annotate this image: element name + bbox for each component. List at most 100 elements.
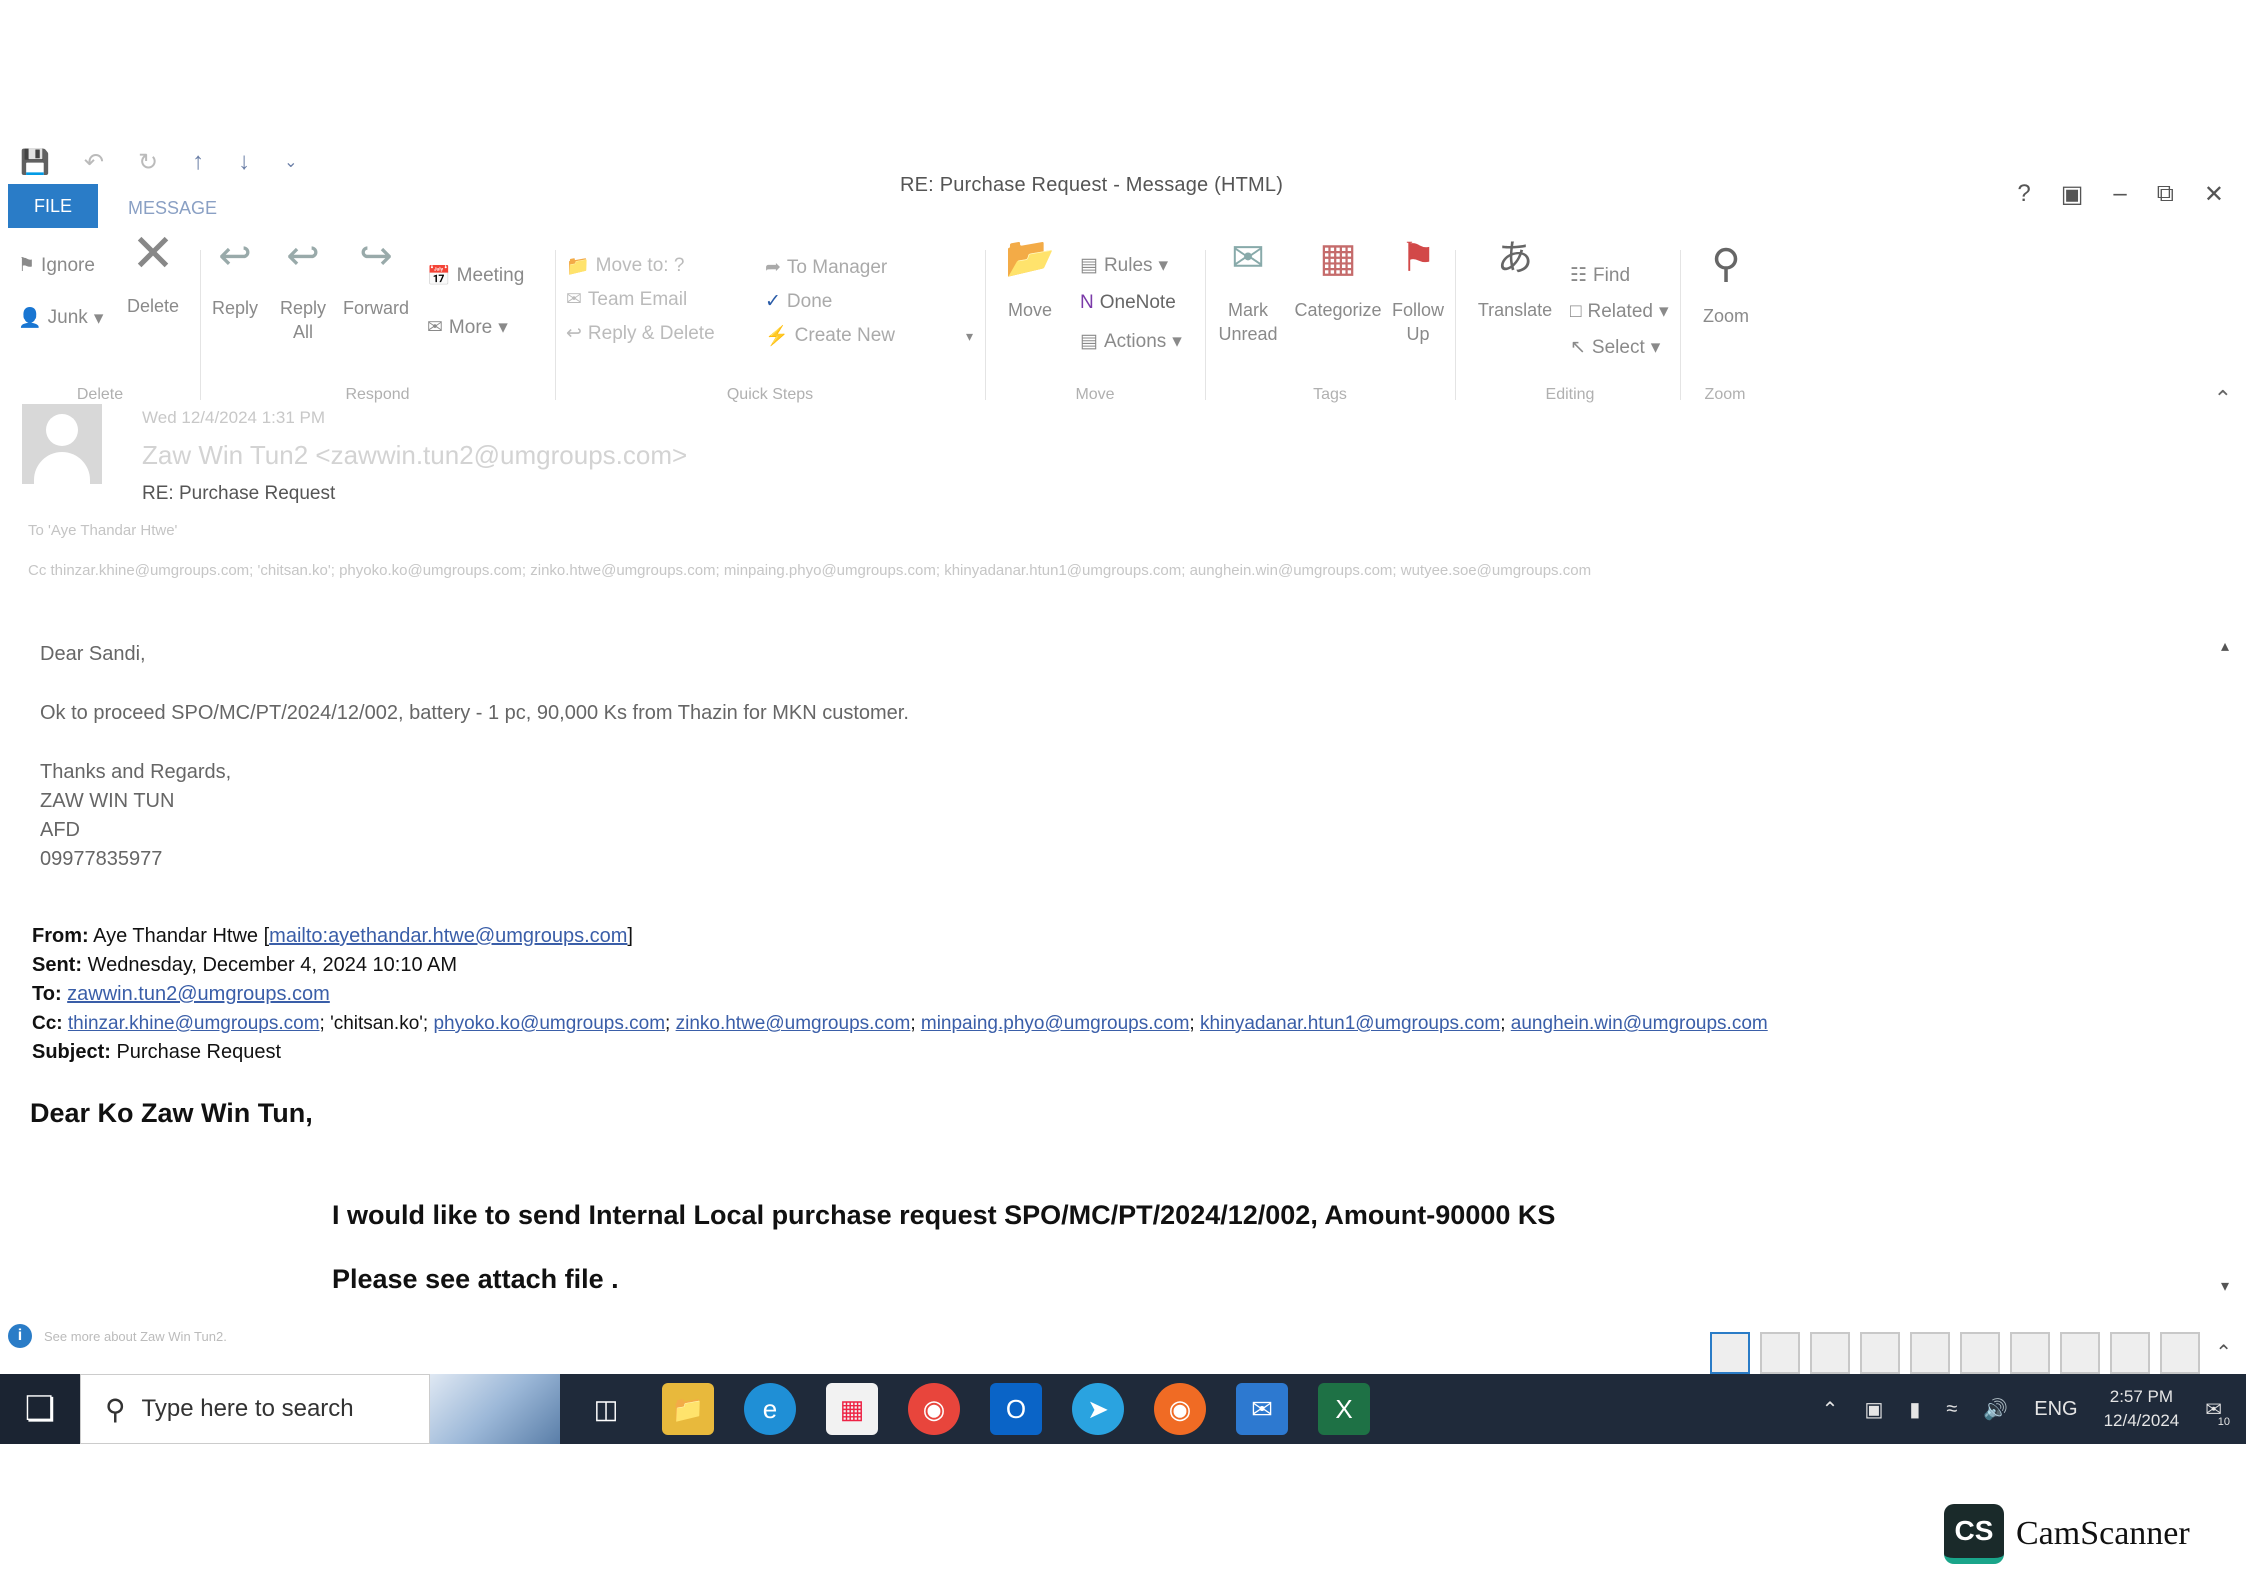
minimize-icon[interactable]: – bbox=[2113, 180, 2126, 209]
firefox-icon[interactable]: ◉ bbox=[1154, 1383, 1206, 1435]
volume-icon[interactable]: 🔊 bbox=[1983, 1397, 2008, 1422]
find-button[interactable]: ☷ Find bbox=[1570, 264, 1630, 287]
move-button[interactable]: 📂 Move bbox=[1000, 238, 1060, 322]
mail-app-icon[interactable]: ✉ bbox=[1236, 1383, 1288, 1435]
camscanner-watermark: CS CamScanner bbox=[1944, 1504, 2190, 1564]
contact-thumbnail[interactable] bbox=[1960, 1332, 2000, 1374]
redo-icon[interactable]: ↻ bbox=[138, 148, 158, 177]
up-arrow-icon[interactable]: ↑ bbox=[192, 148, 204, 176]
expand-people-pane-icon[interactable]: ⌃ bbox=[2215, 1340, 2232, 1365]
close-icon[interactable]: ✕ bbox=[2204, 180, 2224, 209]
reply-signature-dept: AFD bbox=[40, 819, 80, 841]
junk-icon: 👤 bbox=[18, 308, 42, 329]
ribbon-display-icon[interactable]: ▣ bbox=[2061, 180, 2084, 209]
message-from[interactable]: Zaw Win Tun2 <zawwin.tun2@umgroups.com> bbox=[142, 440, 687, 471]
quickstep-move-to[interactable]: 📁 Move to: ? bbox=[566, 254, 684, 278]
quickstep-team-email[interactable]: ✉ Team Email bbox=[566, 288, 687, 311]
zoom-button[interactable]: ⚲ Zoom bbox=[1691, 244, 1761, 328]
group-label-move: Move bbox=[1075, 386, 1115, 403]
rules-button[interactable]: ▤ Rules ▾ bbox=[1080, 254, 1168, 277]
task-view-icon[interactable]: ◫ bbox=[580, 1383, 632, 1435]
taskbar-clock[interactable]: 2:57 PM 12/4/2024 bbox=[2104, 1385, 2180, 1433]
people-info-bar[interactable]: i See more about Zaw Win Tun2. bbox=[8, 1324, 227, 1348]
cc-link[interactable]: thinzar.khine@umgroups.com bbox=[68, 1013, 320, 1034]
store-icon[interactable]: ▦ bbox=[826, 1383, 878, 1435]
cc-link[interactable]: zinko.htwe@umgroups.com bbox=[676, 1013, 911, 1034]
network-icon[interactable]: ≈ bbox=[1946, 1398, 1957, 1421]
message-cc[interactable]: Cc thinzar.khine@umgroups.com; 'chitsan.… bbox=[28, 562, 1591, 579]
notifications-icon[interactable]: ✉ 10 bbox=[2205, 1397, 2230, 1428]
excel-icon[interactable]: X bbox=[1318, 1383, 1370, 1435]
more-button[interactable]: ✉ More ▾ bbox=[427, 316, 508, 339]
onenote-button[interactable]: N OneNote bbox=[1080, 292, 1176, 314]
reply-button[interactable]: ↩ Reply bbox=[205, 236, 265, 320]
cc-link[interactable]: aunghein.win@umgroups.com bbox=[1511, 1013, 1768, 1034]
translate-icon: あ bbox=[1496, 237, 1533, 278]
quickstep-done[interactable]: ✓ Done bbox=[765, 290, 832, 313]
contact-thumbnail[interactable] bbox=[1810, 1332, 1850, 1374]
mark-unread-button[interactable]: ✉ Mark Unread bbox=[1210, 238, 1286, 346]
quicksteps-expand-icon[interactable]: ▾ bbox=[966, 328, 973, 345]
contact-thumbnail[interactable] bbox=[1710, 1332, 1750, 1374]
outlook-icon[interactable]: O bbox=[990, 1383, 1042, 1435]
junk-button[interactable]: 👤 Junk ▾ bbox=[18, 306, 103, 330]
avatar bbox=[22, 404, 102, 484]
message-to[interactable]: To 'Aye Thandar Htwe' bbox=[28, 522, 177, 539]
cc-link[interactable]: khinyadanar.htun1@umgroups.com bbox=[1200, 1013, 1500, 1034]
file-explorer-icon[interactable]: 📁 bbox=[662, 1383, 714, 1435]
scroll-down-icon[interactable]: ▾ bbox=[2214, 1276, 2236, 1296]
undo-icon[interactable]: ↶ bbox=[84, 148, 104, 177]
original-from-link[interactable]: mailto:ayethandar.htwe@umgroups.com bbox=[269, 925, 627, 947]
contact-thumbnail[interactable] bbox=[1760, 1332, 1800, 1374]
help-icon[interactable]: ? bbox=[2017, 180, 2030, 209]
select-button[interactable]: ↖ Select ▾ bbox=[1570, 336, 1660, 359]
meeting-button[interactable]: 📅 Meeting bbox=[427, 264, 524, 288]
lightning-icon: ⚡ bbox=[765, 326, 789, 347]
meet-now-icon[interactable]: ▣ bbox=[1864, 1397, 1883, 1422]
original-header: From: Aye Thandar Htwe [mailto:ayethanda… bbox=[32, 922, 1768, 1067]
windows-start-icon[interactable]: ❏ bbox=[0, 1374, 80, 1444]
quickstep-reply-delete[interactable]: ↩ Reply & Delete bbox=[566, 322, 715, 345]
message-scrollbar[interactable]: ▴ ▾ bbox=[2214, 636, 2236, 1296]
taskbar-search[interactable]: ⚲ Type here to search bbox=[80, 1374, 430, 1444]
chrome-icon[interactable]: ◉ bbox=[908, 1383, 960, 1435]
delete-button[interactable]: ✕ Delete bbox=[120, 225, 186, 318]
down-arrow-icon[interactable]: ↓ bbox=[238, 148, 250, 176]
ignore-button[interactable]: ⚑ Ignore bbox=[18, 254, 95, 277]
contact-thumbnail[interactable] bbox=[2060, 1332, 2100, 1374]
original-body-line-2: Please see attach file . bbox=[332, 1264, 619, 1294]
translate-button[interactable]: あ Translate bbox=[1470, 237, 1560, 322]
quickstep-to-manager[interactable]: ➦ To Manager bbox=[765, 256, 887, 279]
telegram-icon[interactable]: ➤ bbox=[1072, 1383, 1124, 1435]
save-icon[interactable]: 💾 bbox=[20, 148, 50, 177]
contact-thumbnail[interactable] bbox=[1910, 1332, 1950, 1374]
ribbon: ⚑ Ignore 👤 Junk ▾ ✕ Delete Delete ↩ Reply ↩ Re… bbox=[0, 225, 1770, 412]
contact-thumbnail[interactable] bbox=[2110, 1332, 2150, 1374]
contact-thumbnail[interactable] bbox=[2160, 1332, 2200, 1374]
cc-link[interactable]: minpaing.phyo@umgroups.com bbox=[921, 1013, 1190, 1034]
follow-up-button[interactable]: ⚑ Follow Up bbox=[1386, 238, 1450, 346]
reply-all-button[interactable]: ↩ Reply All bbox=[273, 236, 333, 344]
collapse-ribbon-icon[interactable]: ⌃ bbox=[2214, 386, 2232, 412]
delete-icon: ✕ bbox=[131, 225, 175, 283]
tab-file[interactable]: FILE bbox=[8, 184, 98, 228]
categorize-button[interactable]: ▦ Categorize bbox=[1290, 238, 1386, 322]
restore-icon[interactable]: ⧉ bbox=[2157, 180, 2174, 209]
forward-button[interactable]: ↪ Forward bbox=[341, 234, 411, 320]
camscanner-name: CamScanner bbox=[2016, 1515, 2190, 1552]
quickstep-create-new[interactable]: ⚡ Create New bbox=[765, 324, 895, 348]
contact-thumbnail[interactable] bbox=[2010, 1332, 2050, 1374]
forward-icon: ↪ bbox=[359, 234, 393, 278]
show-hidden-icons-icon[interactable]: ⌃ bbox=[1822, 1397, 1839, 1422]
customize-qat-icon[interactable]: ⌄ bbox=[284, 152, 297, 172]
contact-thumbnail[interactable] bbox=[1860, 1332, 1900, 1374]
cc-link[interactable]: phyoko.ko@umgroups.com bbox=[433, 1013, 665, 1034]
battery-icon[interactable]: ▮ bbox=[1909, 1397, 1920, 1422]
related-button[interactable]: □ Related ▾ bbox=[1570, 300, 1669, 323]
original-to-link[interactable]: zawwin.tun2@umgroups.com bbox=[67, 983, 330, 1005]
scroll-up-icon[interactable]: ▴ bbox=[2214, 636, 2236, 656]
edge-icon[interactable]: e bbox=[744, 1383, 796, 1435]
language-indicator[interactable]: ENG bbox=[2034, 1398, 2077, 1421]
actions-button[interactable]: ▤ Actions ▾ bbox=[1080, 330, 1182, 353]
tab-message[interactable]: MESSAGE bbox=[98, 188, 247, 228]
